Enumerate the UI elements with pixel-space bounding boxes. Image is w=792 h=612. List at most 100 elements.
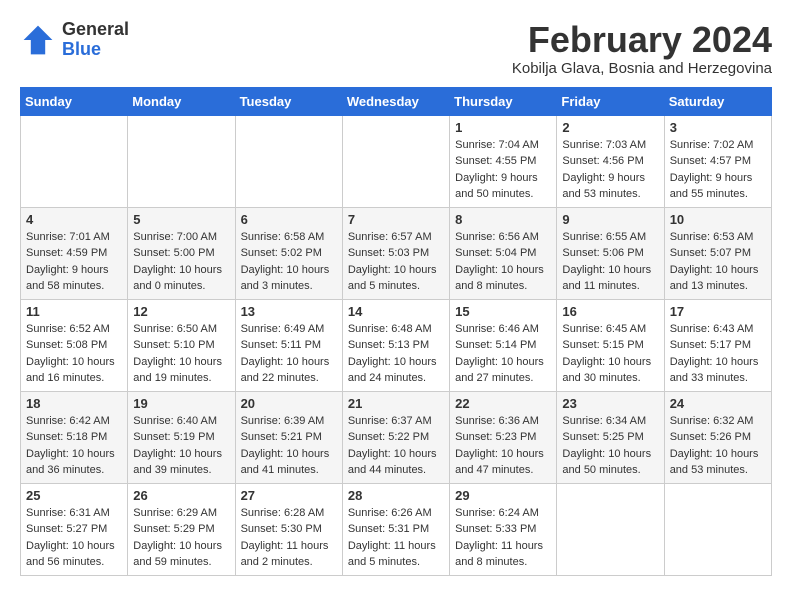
calendar-cell — [21, 115, 128, 207]
calendar-cell: 18Sunrise: 6:42 AM Sunset: 5:18 PM Dayli… — [21, 391, 128, 483]
col-thursday: Thursday — [450, 87, 557, 115]
calendar-cell: 19 Sunrise: 6:40 AM Sunset: 5:19 PM Dayli… — [128, 391, 235, 483]
day-number: 7 — [348, 212, 444, 227]
calendar-cell: 7 Sunrise: 6:57 AM Sunset: 5:03 PM Daylig… — [342, 207, 449, 299]
day-info: Sunrise: 6:24 AM Sunset: 5:33 PM Dayligh… — [455, 505, 551, 571]
day-number: 24 — [670, 396, 766, 411]
day-info: Sunrise: 6:28 AM Sunset: 5:30 PM Dayligh… — [241, 505, 337, 571]
day-info: Sunrise: 6:36 AM Sunset: 5:23 PM Dayligh… — [455, 413, 551, 479]
logo-blue: Blue — [62, 40, 129, 60]
calendar-cell: 3 Sunrise: 7:02 AM Sunset: 4:57 PM Daylig… — [664, 115, 771, 207]
day-number: 18 — [26, 396, 122, 411]
calendar-cell: 15Sunrise: 6:46 AM Sunset: 5:14 PM Dayli… — [450, 299, 557, 391]
location-subtitle: Kobilja Glava, Bosnia and Herzegovina — [512, 60, 772, 77]
calendar-week-3: 11 Sunrise: 6:52 AM Sunset: 5:08 PM Dayli… — [21, 299, 772, 391]
calendar-cell: 10 Sunrise: 6:53 AM Sunset: 5:07 PM Dayli… — [664, 207, 771, 299]
month-title: February 2024 — [512, 20, 772, 60]
calendar-cell: 12 Sunrise: 6:50 AM Sunset: 5:10 PM Dayli… — [128, 299, 235, 391]
day-info: Sunrise: 6:52 AM Sunset: 5:08 PM Dayligh… — [26, 321, 122, 387]
day-info: Sunrise: 6:55 AM Sunset: 5:06 PM Dayligh… — [562, 229, 658, 295]
logo-icon — [20, 22, 56, 58]
day-info: Sunrise: 6:43 AM Sunset: 5:17 PM Dayligh… — [670, 321, 766, 387]
day-info: Sunrise: 7:02 AM Sunset: 4:57 PM Dayligh… — [670, 137, 766, 203]
day-number: 22 — [455, 396, 551, 411]
day-number: 27 — [241, 488, 337, 503]
day-number: 17 — [670, 304, 766, 319]
day-info: Sunrise: 6:56 AM Sunset: 5:04 PM Dayligh… — [455, 229, 551, 295]
calendar-cell: 26 Sunrise: 6:29 AM Sunset: 5:29 PM Dayli… — [128, 483, 235, 575]
calendar-cell: 1 Sunrise: 7:04 AM Sunset: 4:55 PM Daylig… — [450, 115, 557, 207]
day-number: 5 — [133, 212, 229, 227]
logo: General Blue — [20, 20, 129, 60]
calendar-cell: 16 Sunrise: 6:45 AM Sunset: 5:15 PM Dayli… — [557, 299, 664, 391]
day-number: 4 — [26, 212, 122, 227]
day-number: 28 — [348, 488, 444, 503]
day-info: Sunrise: 6:48 AM Sunset: 5:13 PM Dayligh… — [348, 321, 444, 387]
calendar-cell: 4Sunrise: 7:01 AM Sunset: 4:59 PM Daylig… — [21, 207, 128, 299]
col-tuesday: Tuesday — [235, 87, 342, 115]
col-friday: Friday — [557, 87, 664, 115]
calendar-cell: 8 Sunrise: 6:56 AM Sunset: 5:04 PM Daylig… — [450, 207, 557, 299]
logo-general: General — [62, 20, 129, 40]
col-wednesday: Wednesday — [342, 87, 449, 115]
day-info: Sunrise: 6:26 AM Sunset: 5:31 PM Dayligh… — [348, 505, 444, 571]
day-number: 26 — [133, 488, 229, 503]
day-number: 16 — [562, 304, 658, 319]
calendar-week-1: 1 Sunrise: 7:04 AM Sunset: 4:55 PM Daylig… — [21, 115, 772, 207]
calendar-cell — [557, 483, 664, 575]
day-info: Sunrise: 7:04 AM Sunset: 4:55 PM Dayligh… — [455, 137, 551, 203]
calendar-cell: 24Sunrise: 6:32 AM Sunset: 5:26 PM Dayli… — [664, 391, 771, 483]
calendar-cell: 21 Sunrise: 6:37 AM Sunset: 5:22 PM Dayli… — [342, 391, 449, 483]
calendar-header: Sunday Monday Tuesday Wednesday Thursday… — [21, 87, 772, 115]
calendar-week-4: 18Sunrise: 6:42 AM Sunset: 5:18 PM Dayli… — [21, 391, 772, 483]
day-number: 1 — [455, 120, 551, 135]
day-number: 14 — [348, 304, 444, 319]
title-area: February 2024 Kobilja Glava, Bosnia and … — [512, 20, 772, 77]
day-info: Sunrise: 7:03 AM Sunset: 4:56 PM Dayligh… — [562, 137, 658, 203]
day-info: Sunrise: 6:34 AM Sunset: 5:25 PM Dayligh… — [562, 413, 658, 479]
day-info: Sunrise: 6:45 AM Sunset: 5:15 PM Dayligh… — [562, 321, 658, 387]
day-info: Sunrise: 6:58 AM Sunset: 5:02 PM Dayligh… — [241, 229, 337, 295]
day-info: Sunrise: 6:39 AM Sunset: 5:21 PM Dayligh… — [241, 413, 337, 479]
col-sunday: Sunday — [21, 87, 128, 115]
day-info: Sunrise: 6:53 AM Sunset: 5:07 PM Dayligh… — [670, 229, 766, 295]
calendar-cell: 17 Sunrise: 6:43 AM Sunset: 5:17 PM Dayli… — [664, 299, 771, 391]
calendar-cell: 25Sunrise: 6:31 AM Sunset: 5:27 PM Dayli… — [21, 483, 128, 575]
day-info: Sunrise: 6:40 AM Sunset: 5:19 PM Dayligh… — [133, 413, 229, 479]
calendar-cell — [128, 115, 235, 207]
day-info: Sunrise: 6:37 AM Sunset: 5:22 PM Dayligh… — [348, 413, 444, 479]
header: General Blue February 2024 Kobilja Glava… — [20, 20, 772, 77]
day-number: 13 — [241, 304, 337, 319]
calendar-cell: 23 Sunrise: 6:34 AM Sunset: 5:25 PM Dayli… — [557, 391, 664, 483]
calendar-cell — [235, 115, 342, 207]
day-number: 19 — [133, 396, 229, 411]
day-number: 21 — [348, 396, 444, 411]
day-number: 3 — [670, 120, 766, 135]
calendar-cell: 29 Sunrise: 6:24 AM Sunset: 5:33 PM Dayli… — [450, 483, 557, 575]
calendar-cell — [342, 115, 449, 207]
day-info: Sunrise: 6:29 AM Sunset: 5:29 PM Dayligh… — [133, 505, 229, 571]
day-number: 29 — [455, 488, 551, 503]
calendar-cell: 11 Sunrise: 6:52 AM Sunset: 5:08 PM Dayli… — [21, 299, 128, 391]
calendar-cell: 28 Sunrise: 6:26 AM Sunset: 5:31 PM Dayli… — [342, 483, 449, 575]
calendar-week-2: 4Sunrise: 7:01 AM Sunset: 4:59 PM Daylig… — [21, 207, 772, 299]
day-info: Sunrise: 6:49 AM Sunset: 5:11 PM Dayligh… — [241, 321, 337, 387]
day-number: 20 — [241, 396, 337, 411]
day-number: 8 — [455, 212, 551, 227]
day-number: 11 — [26, 304, 122, 319]
calendar-cell: 27 Sunrise: 6:28 AM Sunset: 5:30 PM Dayli… — [235, 483, 342, 575]
calendar-cell: 20 Sunrise: 6:39 AM Sunset: 5:21 PM Dayli… — [235, 391, 342, 483]
day-info: Sunrise: 7:00 AM Sunset: 5:00 PM Dayligh… — [133, 229, 229, 295]
calendar-cell: 13 Sunrise: 6:49 AM Sunset: 5:11 PM Dayli… — [235, 299, 342, 391]
day-number: 12 — [133, 304, 229, 319]
calendar-cell: 5 Sunrise: 7:00 AM Sunset: 5:00 PM Daylig… — [128, 207, 235, 299]
calendar-cell — [664, 483, 771, 575]
calendar-cell: 14 Sunrise: 6:48 AM Sunset: 5:13 PM Dayli… — [342, 299, 449, 391]
calendar-cell: 2Sunrise: 7:03 AM Sunset: 4:56 PM Daylig… — [557, 115, 664, 207]
day-number: 10 — [670, 212, 766, 227]
day-number: 9 — [562, 212, 658, 227]
day-number: 23 — [562, 396, 658, 411]
header-row: Sunday Monday Tuesday Wednesday Thursday… — [21, 87, 772, 115]
day-info: Sunrise: 6:57 AM Sunset: 5:03 PM Dayligh… — [348, 229, 444, 295]
day-info: Sunrise: 6:50 AM Sunset: 5:10 PM Dayligh… — [133, 321, 229, 387]
